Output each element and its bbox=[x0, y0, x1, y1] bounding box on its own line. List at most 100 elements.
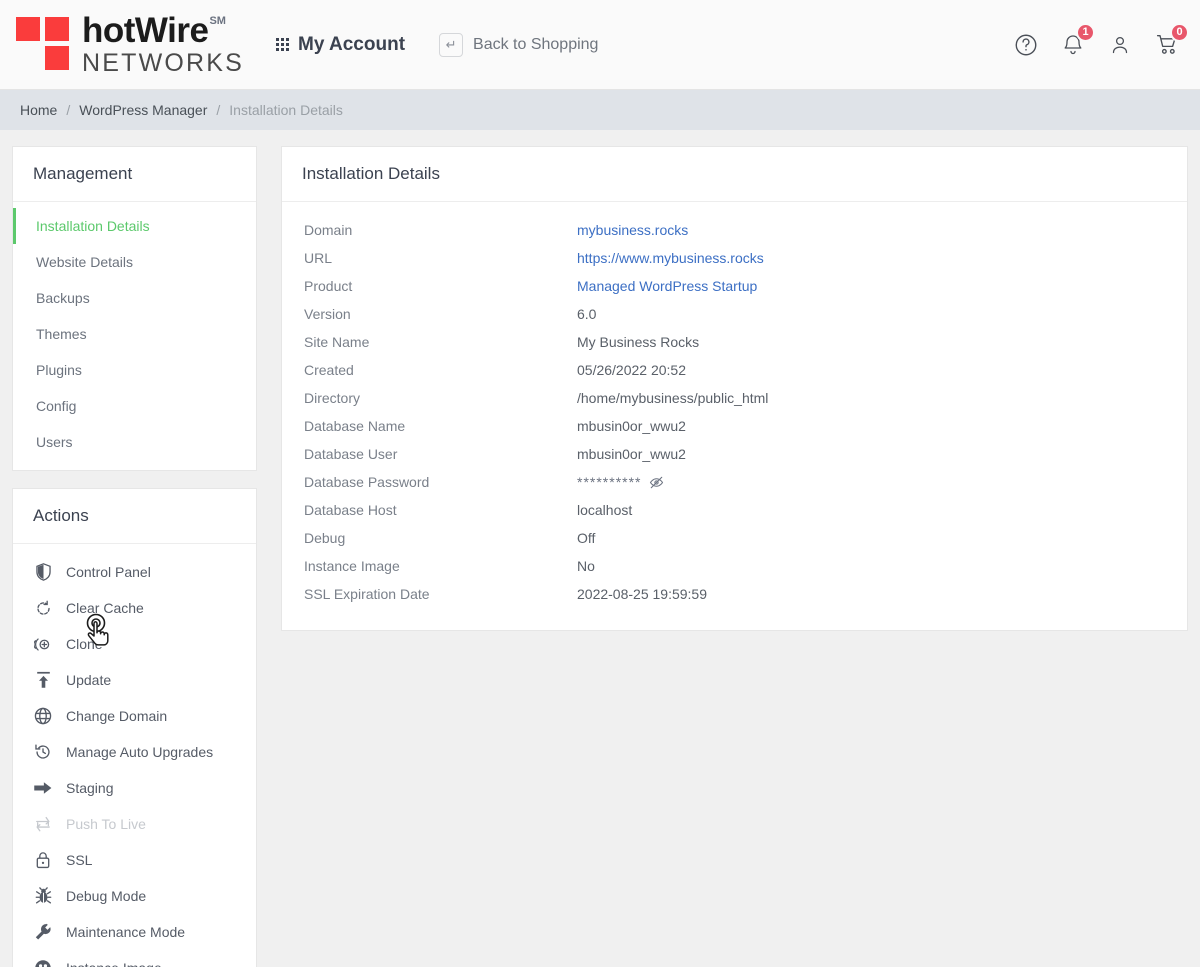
row-value-product[interactable]: Managed WordPress Startup bbox=[577, 278, 757, 294]
action-change-domain[interactable]: Change Domain bbox=[13, 698, 256, 734]
action-label: Clone bbox=[66, 636, 103, 652]
action-control-panel[interactable]: Control Panel bbox=[13, 554, 256, 590]
action-label: Manage Auto Upgrades bbox=[66, 744, 214, 760]
masked-password: ********** bbox=[577, 474, 642, 490]
clone-plus-icon bbox=[33, 634, 53, 654]
breadcrumb-current: Installation Details bbox=[229, 102, 343, 118]
sidebar: Management Installation Details Website … bbox=[12, 146, 257, 967]
my-account-button[interactable]: My Account bbox=[276, 34, 405, 56]
refresh-icon bbox=[33, 598, 53, 618]
row-value-database-name: mbusin0or_wwu2 bbox=[577, 418, 686, 434]
management-card: Management Installation Details Website … bbox=[12, 146, 257, 471]
action-label: Debug Mode bbox=[66, 888, 147, 904]
table-row: Version 6.0 bbox=[282, 300, 1187, 328]
main-content: Installation Details Domain mybusiness.r… bbox=[281, 146, 1188, 631]
sidebar-item-users[interactable]: Users bbox=[13, 424, 256, 460]
row-value-debug: Off bbox=[577, 530, 596, 546]
action-label: Update bbox=[66, 672, 112, 688]
row-value-created: 05/26/2022 20:52 bbox=[577, 362, 686, 378]
shopping-cart-button[interactable]: 0 bbox=[1152, 22, 1189, 60]
action-label: Clear Cache bbox=[66, 600, 144, 616]
action-update[interactable]: Update bbox=[13, 662, 256, 698]
row-label: Database Name bbox=[304, 418, 406, 434]
sidebar-item-themes[interactable]: Themes bbox=[13, 316, 256, 352]
sidebar-item-config[interactable]: Config bbox=[13, 388, 256, 424]
row-value-url[interactable]: https://www.mybusiness.rocks bbox=[577, 250, 764, 266]
action-label: Staging bbox=[66, 780, 114, 796]
globe-icon bbox=[33, 706, 53, 726]
action-label: Control Panel bbox=[66, 564, 151, 580]
table-row: Database Host localhost bbox=[282, 496, 1187, 524]
table-row: Directory /home/mybusiness/public_html bbox=[282, 384, 1187, 412]
brand-name-top: hotWire bbox=[82, 11, 209, 50]
action-ssl[interactable]: SSL bbox=[13, 842, 256, 878]
table-row: Database Password ********** bbox=[282, 468, 1187, 496]
table-row: Created 05/26/2022 20:52 bbox=[282, 356, 1187, 384]
breadcrumb-wordpress-manager[interactable]: WordPress Manager bbox=[79, 102, 207, 118]
table-row: Domain mybusiness.rocks bbox=[282, 216, 1187, 244]
breadcrumb-home[interactable]: Home bbox=[20, 102, 57, 118]
row-label: Version bbox=[304, 306, 351, 322]
table-row: Instance Image No bbox=[282, 552, 1187, 580]
top-header: hotWireSM NETWORKS My Account ↵ Back to … bbox=[0, 0, 1200, 90]
actions-title: Actions bbox=[13, 489, 256, 544]
back-to-shopping-label: Back to Shopping bbox=[473, 35, 599, 53]
action-label: Change Domain bbox=[66, 708, 168, 724]
history-clock-icon bbox=[33, 742, 53, 762]
row-label: SSL Expiration Date bbox=[304, 586, 430, 602]
row-value-domain[interactable]: mybusiness.rocks bbox=[577, 222, 688, 238]
row-value-database-password: ********** bbox=[577, 474, 664, 490]
row-label: Site Name bbox=[304, 334, 370, 350]
eye-slash-icon[interactable] bbox=[649, 475, 664, 490]
row-value-version: 6.0 bbox=[577, 306, 597, 322]
header-icon-group: 1 0 bbox=[1011, 22, 1189, 60]
brand-logo[interactable]: hotWireSM NETWORKS bbox=[16, 13, 244, 76]
table-row: URL https://www.mybusiness.rocks bbox=[282, 244, 1187, 272]
action-push-to-live: Push To Live bbox=[13, 806, 256, 842]
upload-arrow-icon bbox=[33, 670, 53, 690]
breadcrumb-separator: / bbox=[66, 102, 71, 118]
swap-arrows-icon bbox=[33, 814, 53, 834]
row-label: Database User bbox=[304, 446, 398, 462]
action-staging[interactable]: Staging bbox=[13, 770, 256, 806]
grid-icon bbox=[276, 38, 290, 51]
row-label: Database Password bbox=[304, 474, 430, 490]
row-label: Created bbox=[304, 362, 354, 378]
action-label: Instance Image bbox=[66, 960, 162, 967]
action-clear-cache[interactable]: Clear Cache bbox=[13, 590, 256, 626]
row-value-database-user: mbusin0or_wwu2 bbox=[577, 446, 686, 462]
row-label: URL bbox=[304, 250, 333, 266]
row-value-ssl-expiration-date: 2022-08-25 19:59:59 bbox=[577, 586, 707, 602]
action-manage-auto-upgrades[interactable]: Manage Auto Upgrades bbox=[13, 734, 256, 770]
brand-trademark: SM bbox=[209, 14, 226, 27]
action-debug-mode[interactable]: Debug Mode bbox=[13, 878, 256, 914]
help-circle-icon[interactable] bbox=[1011, 30, 1041, 60]
row-value-instance-image: No bbox=[577, 558, 595, 574]
row-label: Database Host bbox=[304, 502, 397, 518]
user-account-icon[interactable] bbox=[1105, 30, 1135, 60]
row-label: Domain bbox=[304, 222, 353, 238]
sidebar-item-plugins[interactable]: Plugins bbox=[13, 352, 256, 388]
notification-badge: 1 bbox=[1076, 22, 1095, 42]
brand-wordmark: hotWireSM NETWORKS bbox=[82, 13, 244, 76]
table-row: Debug Off bbox=[282, 524, 1187, 552]
breadcrumb: Home / WordPress Manager / Installation … bbox=[0, 90, 1200, 130]
bug-icon bbox=[33, 886, 53, 906]
wrench-icon bbox=[33, 922, 53, 942]
sidebar-item-backups[interactable]: Backups bbox=[13, 280, 256, 316]
arrow-right-icon bbox=[33, 778, 53, 798]
action-instance-image[interactable]: Instance Image bbox=[13, 950, 256, 967]
row-label: Instance Image bbox=[304, 558, 400, 574]
action-label: Maintenance Mode bbox=[66, 924, 186, 940]
back-to-shopping-button[interactable]: ↵ Back to Shopping bbox=[439, 32, 599, 57]
page-title: Installation Details bbox=[282, 147, 1187, 202]
sidebar-item-website-details[interactable]: Website Details bbox=[13, 244, 256, 280]
action-maintenance-mode[interactable]: Maintenance Mode bbox=[13, 914, 256, 950]
row-label: Directory bbox=[304, 390, 361, 406]
table-row: Database User mbusin0or_wwu2 bbox=[282, 440, 1187, 468]
notifications-bell-button[interactable]: 1 bbox=[1058, 22, 1095, 60]
action-clone[interactable]: Clone bbox=[13, 626, 256, 662]
shield-icon bbox=[33, 562, 53, 582]
disc-icon bbox=[33, 958, 53, 967]
sidebar-item-installation-details[interactable]: Installation Details bbox=[13, 208, 256, 244]
